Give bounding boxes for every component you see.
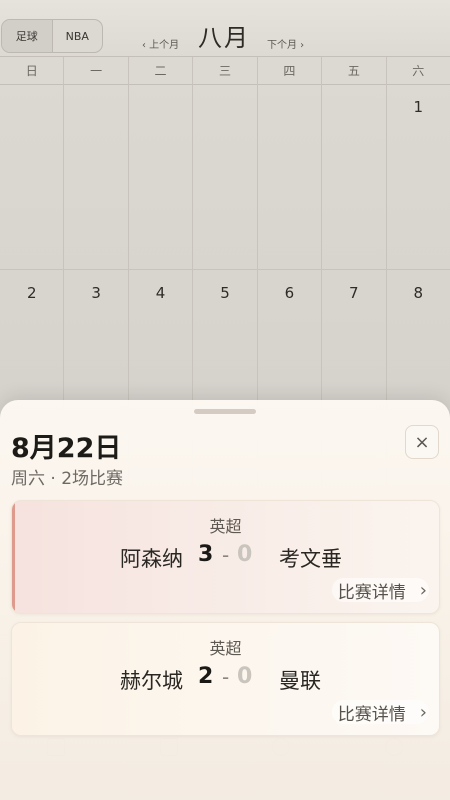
day-cell[interactable] [258, 84, 323, 269]
prev-month-button[interactable]: ‹ 上个月 [142, 36, 179, 51]
day-detail-sheet: 8月22日 周六 · 2场比赛 × 英超 阿森纳 3 - 0 考文垂 比赛详情 … [0, 400, 450, 800]
score-separator: - [222, 665, 230, 689]
day-cell[interactable] [193, 84, 258, 269]
day-number: 7 [349, 284, 359, 302]
match-league: 英超 [209, 517, 242, 536]
match-league: 英超 [209, 639, 242, 658]
weekday-tue: 二 [129, 57, 194, 84]
home-team: 赫尔城 [120, 669, 183, 693]
chevron-right-icon: › [419, 579, 427, 601]
sheet-date-title: 8月22日 [11, 433, 122, 464]
match-card[interactable]: 英超 赫尔城 2 - 0 曼联 比赛详情 › [11, 622, 440, 736]
calendar-week-1: 1 [0, 84, 450, 270]
weekday-row: 日 一 二 三 四 五 六 [0, 56, 450, 85]
chevron-right-icon: › [419, 701, 427, 723]
day-cell[interactable] [129, 84, 194, 269]
close-button[interactable]: × [405, 425, 439, 459]
home-team: 阿森纳 [120, 547, 183, 571]
day-cell[interactable] [0, 84, 65, 269]
weekday-mon: 一 [64, 57, 129, 84]
weekday-sun: 日 [0, 57, 65, 84]
day-number: 1 [413, 98, 424, 116]
match-details-button[interactable]: 比赛详情 › [331, 578, 429, 603]
weekday-fri: 五 [322, 57, 387, 84]
home-score: 2 [198, 664, 214, 689]
close-icon: × [414, 431, 430, 453]
day-cell[interactable]: 1 [387, 84, 450, 269]
away-team: 曼联 [279, 669, 321, 693]
day-number: 8 [413, 284, 424, 302]
sheet-subtitle: 周六 · 2场比赛 [11, 469, 124, 489]
sheet-drag-handle[interactable] [194, 409, 256, 414]
day-number: 5 [220, 284, 230, 302]
tab-nba[interactable]: NBA [51, 20, 103, 52]
match-details-label: 比赛详情 [337, 582, 406, 603]
next-month-button[interactable]: 下个月 › [267, 36, 304, 51]
score-separator: - [222, 543, 230, 567]
day-cell[interactable] [322, 84, 387, 269]
away-team: 考文垂 [279, 547, 342, 571]
day-cell[interactable] [64, 84, 129, 269]
away-score: 0 [237, 542, 253, 567]
day-number: 6 [284, 284, 295, 302]
away-score: 0 [237, 664, 253, 689]
match-details-label: 比赛详情 [337, 704, 406, 725]
day-number: 4 [155, 284, 166, 302]
home-score: 3 [198, 542, 214, 567]
day-number: 3 [91, 284, 101, 302]
weekday-wed: 三 [193, 57, 258, 84]
tab-football[interactable]: 足球 [2, 20, 52, 52]
match-card[interactable]: 英超 阿森纳 3 - 0 考文垂 比赛详情 › [11, 500, 440, 614]
month-title: 八月 [198, 24, 250, 52]
calendar-header: 足球 NBA ‹ 上个月 八月 下个月 › [0, 0, 450, 56]
weekday-thu: 四 [258, 57, 323, 84]
sport-segmented-control: 足球 NBA [1, 19, 103, 53]
match-details-button[interactable]: 比赛详情 › [331, 700, 429, 725]
day-number: 2 [26, 284, 37, 302]
weekday-sat: 六 [412, 64, 425, 78]
